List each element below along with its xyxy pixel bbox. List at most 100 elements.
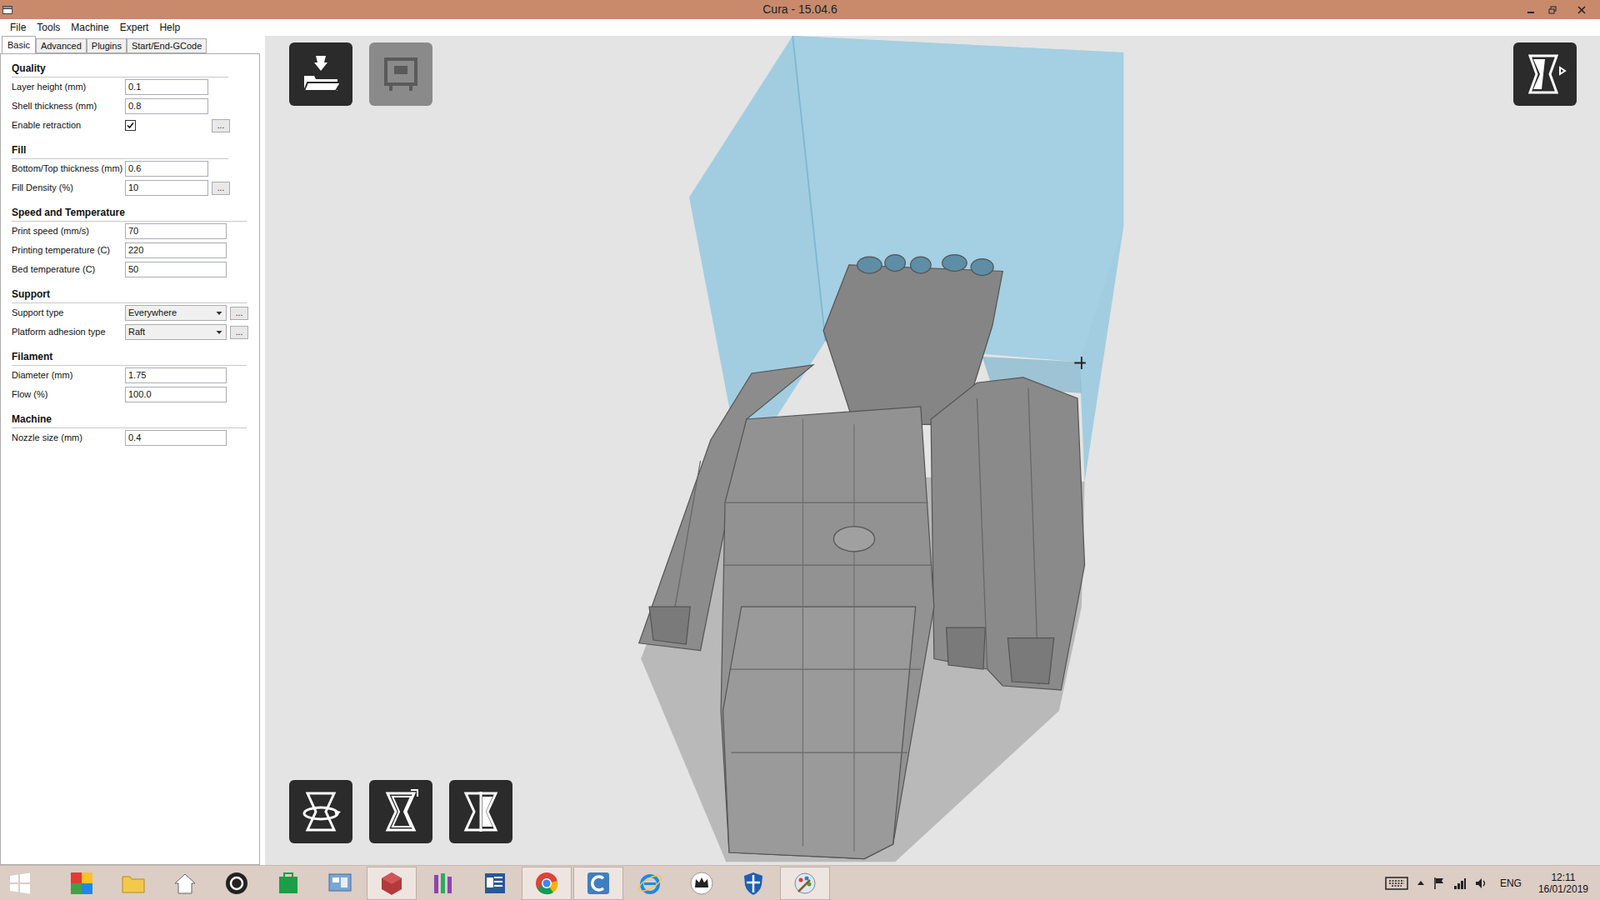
menu-bar: FileToolsMachineExpertHelp: [0, 19, 1600, 36]
3d-app-icon: [378, 870, 405, 897]
print-button[interactable]: [369, 42, 433, 106]
load-button[interactable]: [289, 42, 353, 106]
setting-label: Print speed (mm/s): [11, 224, 125, 239]
settings-section: FillBottom/Top thickness (mm)0.6Fill Den…: [11, 142, 260, 198]
taskbar-app[interactable]: [625, 866, 675, 900]
more-button[interactable]: ...: [230, 306, 249, 320]
taskbar-app[interactable]: [780, 866, 830, 900]
taskbar-app[interactable]: [676, 866, 727, 900]
rotate-icon: [297, 788, 345, 835]
action-center-flag-icon[interactable]: [1433, 876, 1445, 890]
main-area: BasicAdvancedPluginsStart/End-GCode Quali…: [0, 35, 1600, 865]
spaceship-model: [639, 255, 1085, 860]
title-bar: Cura - 15.04.6: [0, 0, 1600, 20]
shield-icon: [740, 870, 767, 897]
clock[interactable]: 12:1116/01/2019: [1533, 871, 1594, 895]
tab[interactable]: Advanced: [35, 38, 87, 54]
rotate-button[interactable]: [289, 780, 353, 844]
tab[interactable]: Start/End-GCode: [126, 38, 207, 54]
checkbox[interactable]: [125, 120, 136, 131]
minimize-button[interactable]: [1520, 0, 1542, 20]
text-field[interactable]: 100.0: [125, 386, 227, 403]
taskbar-app[interactable]: [728, 866, 779, 900]
menu-item[interactable]: Machine: [65, 19, 114, 36]
settings-body: QualityLayer height (mm)0.1Shell thickne…: [0, 53, 260, 865]
load-icon: [297, 50, 345, 98]
section-header: Quality: [11, 60, 229, 78]
setting-label: Shell thickness (mm): [11, 99, 125, 114]
text-field[interactable]: 0.6: [125, 160, 209, 177]
more-button[interactable]: ...: [230, 325, 249, 340]
taskbar-app[interactable]: [366, 866, 417, 900]
setting-row: Layer height (mm)0.1: [11, 77, 260, 97]
settings-section: FilamentDiameter (mm)1.75Flow (%)100.0: [11, 349, 260, 405]
select-field[interactable]: Everywhere: [125, 305, 227, 321]
setting-label: Flow (%): [11, 387, 125, 402]
text-field[interactable]: 220: [125, 242, 227, 259]
taskbar-app[interactable]: [470, 866, 520, 900]
more-button[interactable]: ...: [211, 119, 230, 133]
text-field[interactable]: 70: [125, 223, 227, 240]
clock-time: 12:11: [1550, 871, 1575, 884]
taskbar-app[interactable]: [211, 866, 262, 900]
start-button[interactable]: [0, 865, 40, 900]
setting-label: Enable retraction: [11, 118, 125, 133]
tab[interactable]: Plugins: [86, 38, 127, 54]
taskbar-app[interactable]: [521, 866, 572, 900]
setting-row: Enable retraction...: [11, 115, 260, 135]
text-field[interactable]: 50: [125, 261, 227, 278]
taskbar-app[interactable]: [160, 866, 210, 900]
menu-item[interactable]: Expert: [115, 19, 155, 36]
taskbar-app[interactable]: [108, 866, 159, 900]
viewport[interactable]: [265, 35, 1600, 865]
mirror-button[interactable]: [449, 780, 513, 844]
tab[interactable]: Basic: [1, 35, 36, 54]
system-tray: ENG 12:1116/01/2019: [1385, 865, 1600, 900]
tab-bar: BasicAdvancedPluginsStart/End-GCode: [0, 35, 265, 54]
close-icon: [1577, 5, 1586, 15]
folder-icon: [120, 870, 147, 897]
volume-icon[interactable]: [1475, 876, 1489, 890]
scale-button[interactable]: [369, 780, 433, 844]
setting-label: Platform adhesion type: [11, 325, 125, 340]
keyboard-icon[interactable]: [1385, 876, 1409, 890]
text-field[interactable]: 0.4: [125, 430, 227, 446]
minimize-icon: [1526, 5, 1535, 15]
text-field[interactable]: 10: [125, 180, 209, 196]
word-icon: [481, 870, 509, 897]
section-header: Support: [11, 286, 247, 304]
mirror-icon: [457, 788, 505, 835]
taskbar-app[interactable]: [315, 866, 365, 900]
menu-item[interactable]: File: [5, 19, 31, 36]
menu-item[interactable]: Tools: [31, 19, 65, 36]
setting-row: Shell thickness (mm)0.8: [11, 96, 260, 116]
more-button[interactable]: ...: [211, 181, 230, 195]
taskbar-app[interactable]: [263, 866, 314, 900]
input-language[interactable]: ENG: [1496, 875, 1525, 891]
model-scene[interactable]: [265, 35, 1600, 865]
show-hidden-icons-icon[interactable]: [1416, 879, 1425, 888]
network-icon[interactable]: [1453, 876, 1467, 890]
setting-row: Print speed (mm/s)70: [11, 221, 260, 241]
select-field[interactable]: Raft: [125, 324, 227, 340]
paint-tool-icon: [791, 870, 819, 897]
settings-panel: BasicAdvancedPluginsStart/End-GCode Quali…: [0, 35, 265, 865]
text-field[interactable]: 0.8: [125, 98, 209, 115]
control-panel-icon: [326, 870, 354, 897]
view-button[interactable]: [1513, 42, 1577, 106]
setting-label: Layer height (mm): [11, 80, 125, 95]
taskbar-app[interactable]: [573, 866, 624, 900]
taskbar-app[interactable]: [418, 866, 469, 900]
menu-item[interactable]: Help: [154, 19, 185, 36]
view-mode-icon: [1521, 50, 1569, 98]
taskbar-app[interactable]: [56, 866, 107, 900]
section-header: Machine: [11, 411, 247, 429]
close-button[interactable]: [1563, 0, 1600, 20]
setting-row: Bed temperature (C)50: [11, 260, 260, 280]
text-field[interactable]: 0.1: [125, 79, 209, 95]
maximize-button[interactable]: [1541, 0, 1564, 20]
window-title: Cura - 15.04.6: [0, 0, 1600, 19]
text-field[interactable]: 1.75: [125, 367, 227, 384]
crown-icon: [688, 870, 715, 897]
chrome-icon: [533, 870, 560, 897]
